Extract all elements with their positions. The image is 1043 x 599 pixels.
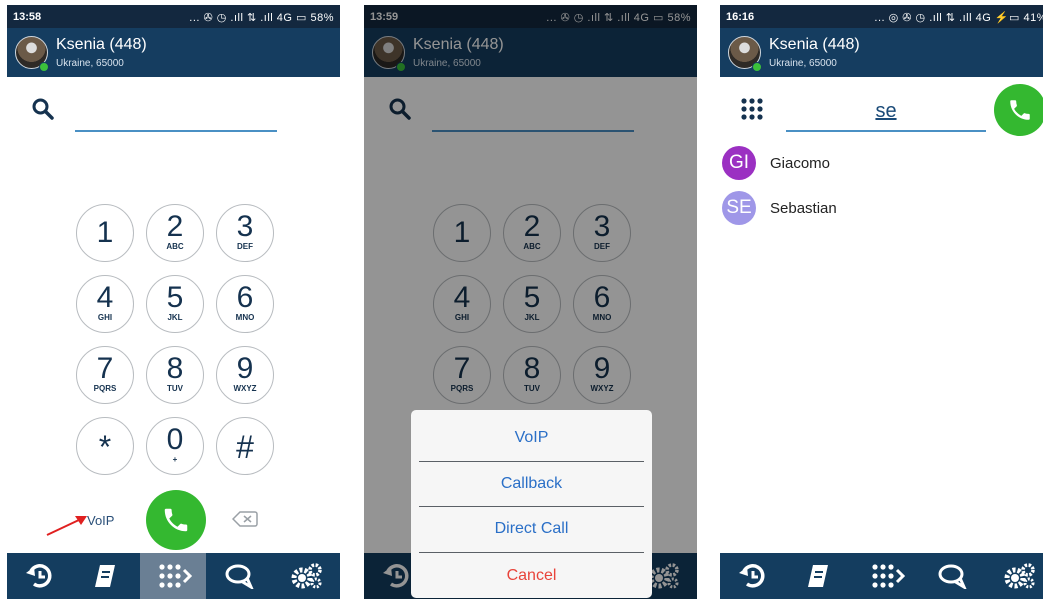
option-direct-call[interactable]: Direct Call [411, 507, 652, 551]
contact-name: Giacomo [770, 155, 831, 172]
key-letters: WXYZ [233, 384, 257, 393]
backspace-icon[interactable] [232, 510, 258, 528]
key-digit: 3 [236, 210, 254, 243]
key-4[interactable]: 4 GHI [76, 275, 134, 333]
contact-row[interactable]: SE Sebastian [722, 191, 1022, 227]
nav-dialpad[interactable] [140, 553, 206, 599]
key-9[interactable]: 9 WXYZ [216, 346, 274, 404]
key-letters: GHI [97, 313, 113, 322]
key-digit: 8 [166, 352, 184, 385]
contact-name: Sebastian [770, 200, 837, 217]
phone-screen-dialpad: 13:58 ... ✇ ◷ .ıll ⇅ .ıll 4G ▭ 58% Kseni… [7, 5, 340, 599]
divider [419, 552, 644, 553]
account-name: Ksenia (448) [769, 36, 860, 53]
bottom-navigation [720, 553, 1043, 599]
contact-avatar: GI [722, 146, 756, 180]
chat-icon [938, 564, 967, 589]
contacts-book-icon [95, 565, 115, 587]
settings-gears-icon [291, 563, 322, 589]
key-3[interactable]: 3 DEF [216, 204, 274, 262]
search-input[interactable]: se [786, 92, 986, 132]
key-7[interactable]: 7 PQRS [76, 346, 134, 404]
contact-row[interactable]: GI Giacomo [722, 146, 1022, 182]
nav-settings[interactable] [273, 553, 339, 599]
key-letters: TUV [167, 384, 183, 393]
phone-icon [1010, 100, 1030, 120]
bottom-navigation [7, 553, 340, 599]
nav-contacts[interactable] [73, 553, 139, 599]
account-name: Ksenia (448) [56, 36, 147, 53]
key-0[interactable]: 0 + [146, 417, 204, 475]
search-query: se [875, 100, 897, 122]
dialpad-icon [159, 564, 192, 588]
nav-chat[interactable] [920, 553, 986, 599]
key-5[interactable]: 5 JKL [146, 275, 204, 333]
status-icons: ... ✇ ◷ .ıll ⇅ .ıll 4G ▭ 58% [189, 12, 334, 24]
key-digit: 7 [96, 352, 114, 385]
status-bar: 16:16 ... ◎ ✇ ◷ .ıll ⇅ .ıll 4G ⚡▭ 41% [720, 5, 1043, 28]
status-time: 13:58 [13, 11, 42, 23]
chat-icon [225, 564, 254, 589]
phone-screen-call-mode-dialog: 13:59 ... ✇ ◷ .ıll ⇅ .ıll 4G ▭ 58% Kseni… [364, 5, 697, 599]
key-digit: 5 [166, 281, 184, 314]
contacts-book-icon [808, 565, 828, 587]
key-6[interactable]: 6 MNO [216, 275, 274, 333]
key-digit: 1 [96, 216, 114, 249]
account-header[interactable]: Ksenia (448) Ukraine, 65000 [7, 28, 340, 77]
key-digit: # [236, 429, 254, 465]
key-letters: ABC [166, 242, 184, 251]
key-letters: JKL [167, 313, 183, 322]
presence-online-indicator [752, 62, 762, 72]
status-bar: 13:58 ... ✇ ◷ .ıll ⇅ .ıll 4G ▭ 58% [7, 5, 340, 28]
key-letters: MNO [235, 313, 255, 322]
phone-icon [164, 508, 188, 532]
nav-settings[interactable] [986, 553, 1043, 599]
nav-history[interactable] [7, 553, 73, 599]
status-icons: ... ◎ ✇ ◷ .ıll ⇅ .ıll 4G ⚡▭ 41% [874, 12, 1043, 24]
key-digit: 0 [166, 423, 184, 456]
status-time: 16:16 [726, 11, 755, 23]
key-letters: DEF [237, 242, 253, 251]
dialpad-icon [872, 564, 905, 588]
history-icon [739, 564, 765, 588]
call-button[interactable] [994, 84, 1043, 136]
number-input[interactable] [75, 92, 277, 132]
contact-avatar: SE [722, 191, 756, 225]
key-hash[interactable]: # [216, 417, 274, 475]
option-voip[interactable]: VoIP [411, 416, 652, 460]
dialpad-grid-icon[interactable] [740, 97, 764, 121]
settings-gears-icon [1004, 563, 1035, 589]
nav-history[interactable] [720, 553, 786, 599]
key-letters: + [172, 455, 178, 464]
key-1[interactable]: 1 [76, 204, 134, 262]
account-header[interactable]: Ksenia (448) Ukraine, 65000 [720, 28, 1043, 77]
key-digit: 6 [236, 281, 254, 314]
key-2[interactable]: 2 ABC [146, 204, 204, 262]
nav-contacts[interactable] [786, 553, 852, 599]
call-mode-dialog: VoIP Callback Direct Call Cancel [411, 410, 652, 598]
key-digit: 9 [236, 352, 254, 385]
key-letters: PQRS [93, 384, 117, 393]
search-icon[interactable] [31, 97, 55, 121]
account-location: Ukraine, 65000 [56, 58, 124, 69]
phone-screen-contact-search: 16:16 ... ◎ ✇ ◷ .ıll ⇅ .ıll 4G ⚡▭ 41% Ks… [720, 5, 1043, 599]
key-digit: * [98, 429, 112, 465]
key-8[interactable]: 8 TUV [146, 346, 204, 404]
history-icon [26, 564, 52, 588]
cancel-button[interactable]: Cancel [411, 554, 652, 598]
account-location: Ukraine, 65000 [769, 58, 837, 69]
nav-chat[interactable] [207, 553, 273, 599]
red-arrow-annotation [46, 516, 87, 536]
key-star[interactable]: * [76, 417, 134, 475]
call-button[interactable] [146, 490, 206, 550]
nav-dialpad[interactable] [853, 553, 919, 599]
key-digit: 2 [166, 210, 184, 243]
call-mode-selector[interactable]: VoIP [87, 513, 114, 528]
key-digit: 4 [96, 281, 114, 314]
option-callback[interactable]: Callback [411, 462, 652, 506]
presence-online-indicator [39, 62, 49, 72]
